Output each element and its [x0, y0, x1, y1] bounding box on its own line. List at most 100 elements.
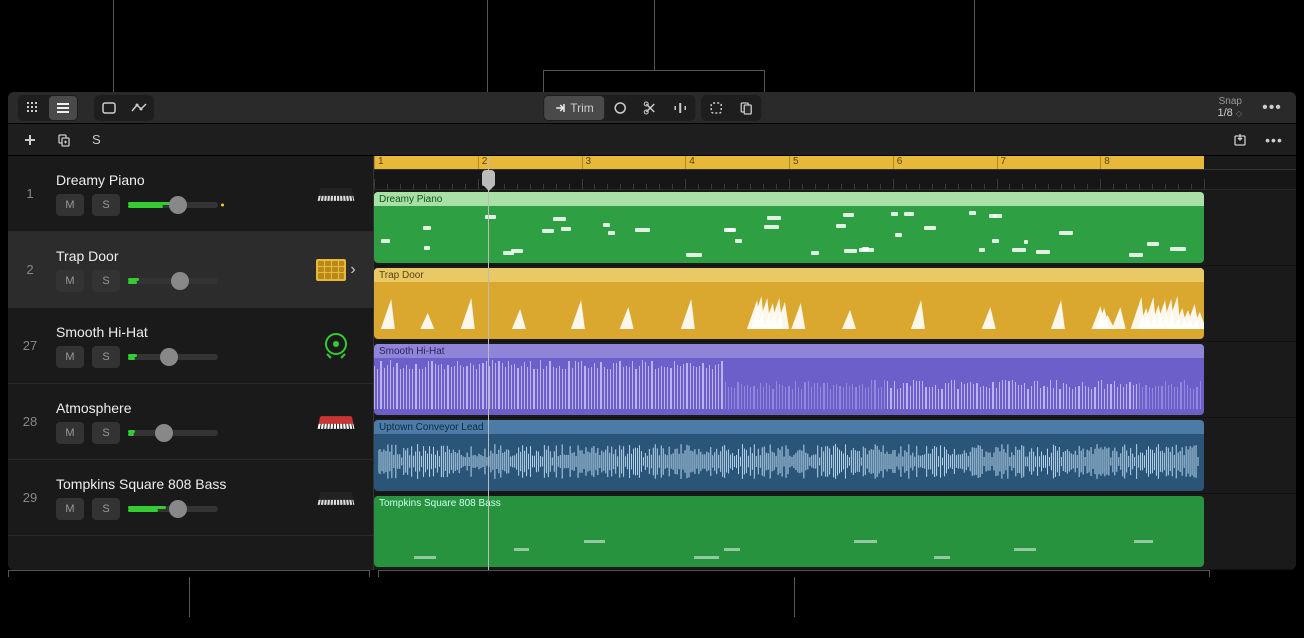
automation-button[interactable] [125, 96, 153, 120]
mute-button[interactable]: M [56, 422, 84, 444]
ruler[interactable]: 987654321 [374, 156, 1296, 170]
snap-label: Snap [1217, 96, 1242, 107]
track-more-button[interactable]: ••• [1262, 128, 1286, 152]
bottom-callouts [8, 570, 1296, 624]
ruler-inactive [1204, 156, 1296, 169]
volume-slider[interactable] [128, 423, 218, 443]
peak-indicator [221, 203, 224, 206]
instrument-icon[interactable] [299, 491, 373, 505]
region-label: Uptown Conveyor Lead [374, 420, 1204, 434]
mute-button[interactable]: M [56, 194, 84, 216]
track-header[interactable]: 29 Tompkins Square 808 Bass MS [8, 460, 373, 536]
track-headers: 1Dreamy PianoMS2Trap DoorMS›27Smooth Hi-… [8, 156, 374, 570]
regions-area: Dreamy Piano Trap Door Smooth Hi-Hat Uptown… [374, 190, 1296, 570]
solo-button[interactable]: S [92, 422, 120, 444]
playhead-handle[interactable] [482, 170, 495, 186]
callout-line [113, 0, 114, 92]
region-label: Trap Door [374, 268, 1204, 282]
duplicate-track-button[interactable] [52, 128, 76, 152]
trim-label: Trim [570, 101, 594, 115]
region[interactable]: Uptown Conveyor Lead [374, 420, 1204, 491]
mute-button[interactable]: M [56, 346, 84, 368]
volume-slider[interactable] [128, 271, 218, 291]
callout-bracket [543, 70, 765, 92]
volume-slider[interactable] [128, 195, 218, 215]
ruler-mark: 2 [478, 156, 488, 169]
solo-button[interactable]: S [92, 194, 120, 216]
track-number: 2 [8, 262, 52, 277]
track-number: 28 [8, 414, 52, 429]
loop-button[interactable] [606, 96, 634, 120]
split-button[interactable] [666, 96, 694, 120]
chevron-right-icon[interactable]: › [350, 261, 355, 279]
volume-slider[interactable] [128, 499, 218, 519]
global-solo-button[interactable]: S [86, 130, 107, 149]
region[interactable]: Tompkins Square 808 Bass [374, 496, 1204, 567]
instrument-icon[interactable] [299, 415, 373, 429]
automation-group [94, 95, 154, 121]
region[interactable]: Dreamy Piano [374, 192, 1204, 263]
mute-button[interactable]: M [56, 270, 84, 292]
region-label: Smooth Hi-Hat [374, 344, 1204, 358]
track-name: Trap Door [56, 248, 295, 264]
ruler-mark: 4 [685, 156, 695, 169]
track-name: Tompkins Square 808 Bass [56, 476, 295, 492]
snap-display[interactable]: Snap 1/8 ◇ [1217, 96, 1242, 119]
region-row[interactable]: Tompkins Square 808 Bass [374, 494, 1296, 570]
edit-tools: Trim [543, 95, 761, 121]
ruler-mark: 3 [582, 156, 592, 169]
callout-line [794, 577, 795, 617]
ruler-mark: 6 [893, 156, 903, 169]
add-track-button[interactable] [18, 128, 42, 152]
solo-button[interactable]: S [92, 498, 120, 520]
main-area: 1Dreamy PianoMS2Trap DoorMS›27Smooth Hi-… [8, 156, 1296, 570]
region-label: Dreamy Piano [374, 192, 1204, 206]
scissors-button[interactable] [636, 96, 664, 120]
ruler-mark: 1 [374, 156, 384, 169]
region[interactable]: Smooth Hi-Hat [374, 344, 1204, 415]
track-name: Dreamy Piano [56, 172, 295, 188]
callout-line [654, 0, 655, 70]
callout-bracket-left [8, 570, 370, 590]
ruler-mark: 7 [997, 156, 1007, 169]
track-name: Smooth Hi-Hat [56, 324, 295, 340]
track-header[interactable]: 27 Smooth Hi-Hat MS [8, 308, 373, 384]
sub-ruler[interactable] [374, 170, 1296, 190]
ruler-mark: 5 [789, 156, 799, 169]
track-header[interactable]: 28 Atmosphere MS [8, 384, 373, 460]
ruler-mark: 8 [1100, 156, 1110, 169]
region-row[interactable]: Dreamy Piano [374, 190, 1296, 266]
mute-button[interactable]: M [56, 498, 84, 520]
track-header[interactable]: 1Dreamy PianoMS [8, 156, 373, 232]
instrument-icon[interactable]: › [299, 259, 373, 281]
solo-button[interactable]: S [92, 270, 120, 292]
region-label: Tompkins Square 808 Bass [374, 496, 1204, 510]
list-view-button[interactable] [49, 96, 77, 120]
region-row[interactable]: Uptown Conveyor Lead [374, 418, 1296, 494]
playhead[interactable] [488, 156, 489, 570]
more-button[interactable]: ••• [1258, 96, 1286, 120]
track-name: Atmosphere [56, 400, 295, 416]
import-button[interactable] [1228, 128, 1252, 152]
region-button[interactable] [95, 96, 123, 120]
trim-button[interactable]: Trim [544, 96, 604, 120]
callout-line [974, 0, 975, 92]
snap-value: 1/8 [1217, 107, 1232, 119]
volume-slider[interactable] [128, 347, 218, 367]
region-row[interactable]: Trap Door [374, 266, 1296, 342]
instrument-icon[interactable] [299, 332, 373, 360]
view-mode-group [18, 95, 78, 121]
region[interactable]: Trap Door [374, 268, 1204, 339]
grid-view-button[interactable] [19, 96, 47, 120]
track-header[interactable]: 2 Trap Door MS › [8, 232, 373, 308]
toolbar: Trim [8, 92, 1296, 124]
track-number: 29 [8, 490, 52, 505]
callout-line [189, 577, 190, 617]
solo-button[interactable]: S [92, 346, 120, 368]
copy-button[interactable] [732, 96, 760, 120]
track-number: 27 [8, 338, 52, 353]
region-row[interactable]: Smooth Hi-Hat [374, 342, 1296, 418]
daw-window: Trim [8, 92, 1296, 570]
select-button[interactable] [702, 96, 730, 120]
instrument-icon[interactable] [299, 187, 373, 201]
